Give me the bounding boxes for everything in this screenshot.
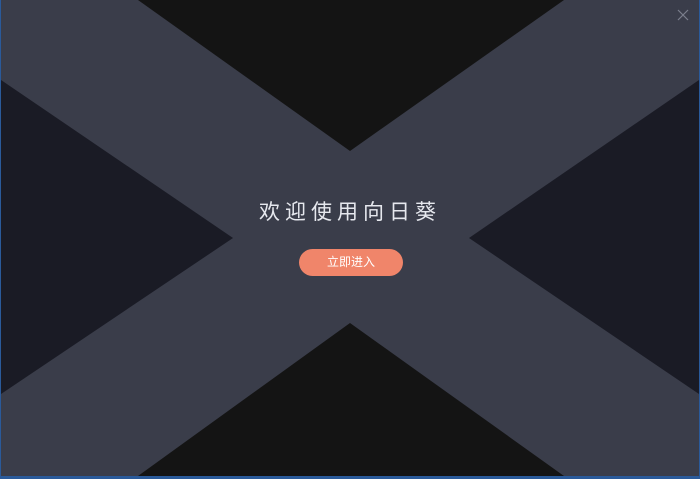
welcome-window: 欢迎使用向日葵 立即进入	[0, 0, 700, 479]
close-button[interactable]	[673, 5, 693, 25]
background-x-graphic	[1, 0, 699, 476]
close-icon	[677, 9, 689, 21]
enter-now-button[interactable]: 立即进入	[299, 249, 403, 276]
welcome-title: 欢迎使用向日葵	[259, 200, 441, 224]
